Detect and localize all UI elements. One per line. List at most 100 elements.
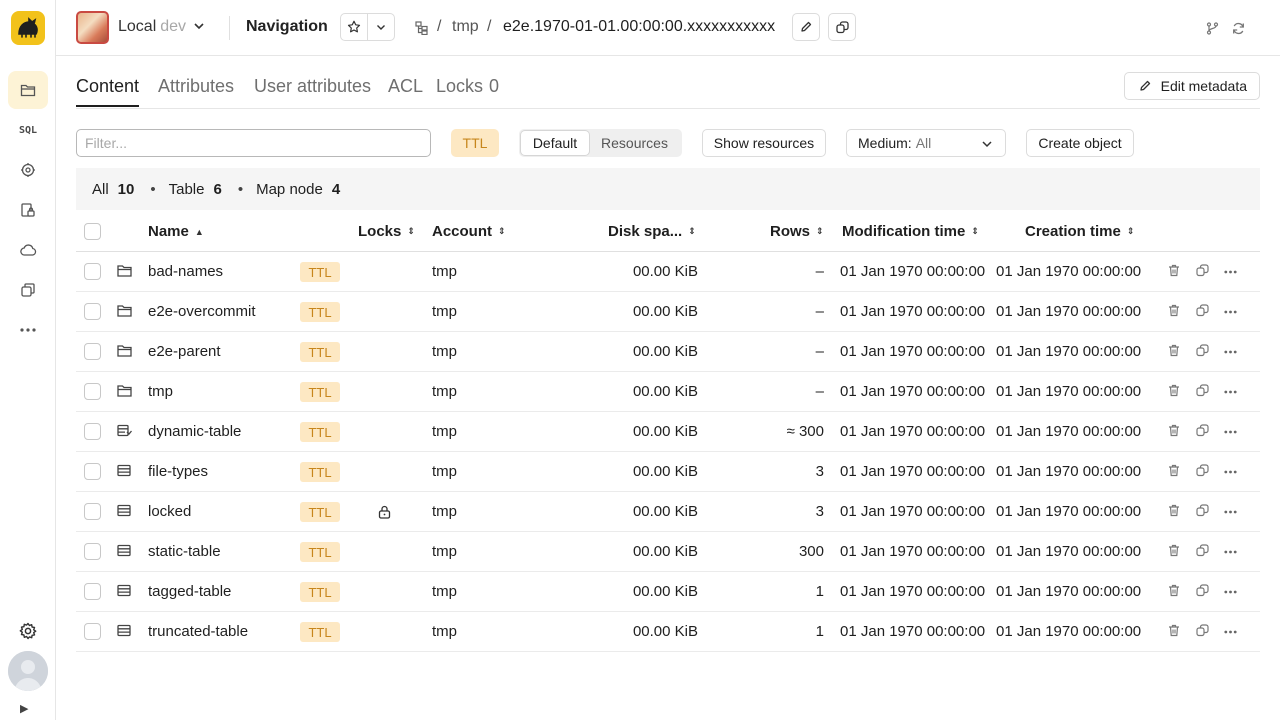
copy-path-button[interactable] <box>828 13 856 41</box>
sql-icon[interactable]: SQL <box>8 111 48 149</box>
column-locks-header[interactable]: Locks ⇕ <box>358 223 415 240</box>
delete-icon[interactable] <box>1168 424 1180 437</box>
row-checkbox[interactable] <box>84 383 101 400</box>
column-modification-time-header[interactable]: Modification time ⇕ <box>842 223 979 240</box>
delete-icon[interactable] <box>1168 544 1180 557</box>
copy-path-icon[interactable] <box>1196 304 1209 317</box>
row-name-link[interactable]: truncated-table <box>148 623 248 640</box>
more-actions-icon[interactable] <box>1224 470 1237 474</box>
row-name-link[interactable]: tagged-table <box>148 583 231 600</box>
delete-icon[interactable] <box>1168 624 1180 637</box>
row-checkbox[interactable] <box>84 263 101 280</box>
table-row[interactable]: locked TTL tmp 00.00 KiB 3 01 Jan 1970 00:00:… <box>76 492 1260 532</box>
row-name-link[interactable]: bad-names <box>148 263 223 280</box>
row-name-link[interactable]: file-types <box>148 463 208 480</box>
row-name-link[interactable]: static-table <box>148 543 221 560</box>
more-actions-icon[interactable] <box>1224 390 1237 394</box>
tab-user-attributes[interactable]: User attributes <box>254 76 371 105</box>
more-actions-icon[interactable] <box>1224 630 1237 634</box>
more-actions-icon[interactable] <box>1224 430 1237 434</box>
tab-attributes[interactable]: Attributes <box>158 76 234 105</box>
table-row[interactable]: truncated-table TTL tmp 00.00 KiB 1 01 Jan 19… <box>76 612 1260 652</box>
app-logo-icon[interactable] <box>11 11 45 45</box>
copy-path-icon[interactable] <box>1196 624 1209 637</box>
operations-gear-icon[interactable] <box>8 151 48 189</box>
summary-table-label[interactable]: Table <box>169 181 205 198</box>
table-row[interactable]: e2e-overcommit TTL tmp 00.00 KiB –01 Jan 197… <box>76 292 1260 332</box>
show-resources-button[interactable]: Show resources <box>702 129 826 157</box>
row-checkbox[interactable] <box>84 583 101 600</box>
more-icon[interactable] <box>8 311 48 349</box>
cloud-icon[interactable] <box>8 231 48 269</box>
tab-acl[interactable]: ACL <box>388 76 423 105</box>
summary-map-node-label[interactable]: Map node <box>256 181 323 198</box>
cluster-avatar-icon[interactable] <box>76 11 109 44</box>
copy-path-icon[interactable] <box>1196 584 1209 597</box>
table-row[interactable]: static-table TTL tmp 00.00 KiB 300 01 Jan 197… <box>76 532 1260 572</box>
more-actions-icon[interactable] <box>1224 350 1237 354</box>
copy-path-icon[interactable] <box>1196 424 1209 437</box>
summary-all-label[interactable]: All <box>92 181 109 198</box>
row-checkbox[interactable] <box>84 543 101 560</box>
segment-resources[interactable]: Resources <box>589 131 680 155</box>
tab-content[interactable]: Content <box>76 76 140 107</box>
copy-path-icon[interactable] <box>1196 464 1209 477</box>
refresh-icon[interactable] <box>1230 20 1246 36</box>
delete-icon[interactable] <box>1168 344 1180 357</box>
breadcrumb-current[interactable]: e2e.1970-01-01.00:00:00.xxxxxxxxxxx <box>503 18 775 36</box>
more-actions-icon[interactable] <box>1224 510 1237 514</box>
copy-path-icon[interactable] <box>1196 344 1209 357</box>
copy-path-icon[interactable] <box>1196 384 1209 397</box>
tab-locks[interactable]: Locks 0 <box>436 76 499 105</box>
row-checkbox[interactable] <box>84 303 101 320</box>
column-disk-space-header[interactable]: Disk spa... ⇕ <box>608 223 696 240</box>
tree-icon[interactable] <box>414 20 430 36</box>
breadcrumb-item-tmp[interactable]: tmp <box>452 18 479 36</box>
ttl-toggle-button[interactable]: TTL <box>451 129 499 157</box>
column-rows-header[interactable]: Rows ⇕ <box>770 223 824 240</box>
avatar[interactable] <box>8 651 48 691</box>
column-name-header[interactable]: Name ▲ <box>148 223 204 240</box>
copy-path-icon[interactable] <box>1196 264 1209 277</box>
row-name-link[interactable]: tmp <box>148 383 173 400</box>
git-branch-icon[interactable] <box>1204 20 1220 36</box>
row-checkbox[interactable] <box>84 503 101 520</box>
table-row[interactable]: tagged-table TTL tmp 00.00 KiB 1 01 Jan 1970 … <box>76 572 1260 612</box>
row-name-link[interactable]: e2e-overcommit <box>148 303 256 320</box>
medium-select[interactable]: Medium: All <box>846 129 1006 157</box>
row-name-link[interactable]: e2e-parent <box>148 343 221 360</box>
segment-default[interactable]: Default <box>521 131 589 155</box>
delete-icon[interactable] <box>1168 464 1180 477</box>
table-row[interactable]: tmp TTL tmp 00.00 KiB –01 Jan 1970 00:00:00 0… <box>76 372 1260 412</box>
more-actions-icon[interactable] <box>1224 270 1237 274</box>
favorite-star-button[interactable] <box>340 13 368 41</box>
row-checkbox[interactable] <box>84 423 101 440</box>
more-actions-icon[interactable] <box>1224 550 1237 554</box>
create-object-button[interactable]: Create object <box>1026 129 1134 157</box>
settings-gear-icon[interactable] <box>8 612 48 650</box>
table-row[interactable]: e2e-parent TTL tmp 00.00 KiB –01 Jan 1970 00… <box>76 332 1260 372</box>
table-row[interactable]: bad-names TTL tmp 00.00 KiB –01 Jan 1970 00:… <box>76 252 1260 292</box>
row-name-link[interactable]: locked <box>148 503 191 520</box>
row-checkbox[interactable] <box>84 343 101 360</box>
navigation-folder-icon[interactable] <box>8 71 48 109</box>
accounts-lock-icon[interactable] <box>8 191 48 229</box>
delete-icon[interactable] <box>1168 264 1180 277</box>
expand-sidebar-icon[interactable]: ▶ <box>20 702 28 715</box>
row-checkbox[interactable] <box>84 463 101 480</box>
favorites-dropdown-button[interactable] <box>367 13 395 41</box>
column-creation-time-header[interactable]: Creation time ⇕ <box>1025 223 1134 240</box>
copy-path-icon[interactable] <box>1196 544 1209 557</box>
filter-input[interactable] <box>76 129 431 157</box>
table-row[interactable]: dynamic-table TTL tmp 00.00 KiB ≈ 300 01 Jan … <box>76 412 1260 452</box>
delete-icon[interactable] <box>1168 304 1180 317</box>
column-account-header[interactable]: Account ⇕ <box>432 223 506 240</box>
row-checkbox[interactable] <box>84 623 101 640</box>
copy-path-icon[interactable] <box>1196 504 1209 517</box>
more-actions-icon[interactable] <box>1224 310 1237 314</box>
components-icon[interactable] <box>8 271 48 309</box>
cluster-selector[interactable]: Local dev <box>118 18 186 36</box>
select-all-checkbox[interactable] <box>84 223 101 240</box>
delete-icon[interactable] <box>1168 504 1180 517</box>
chevron-down-icon[interactable] <box>193 19 205 35</box>
